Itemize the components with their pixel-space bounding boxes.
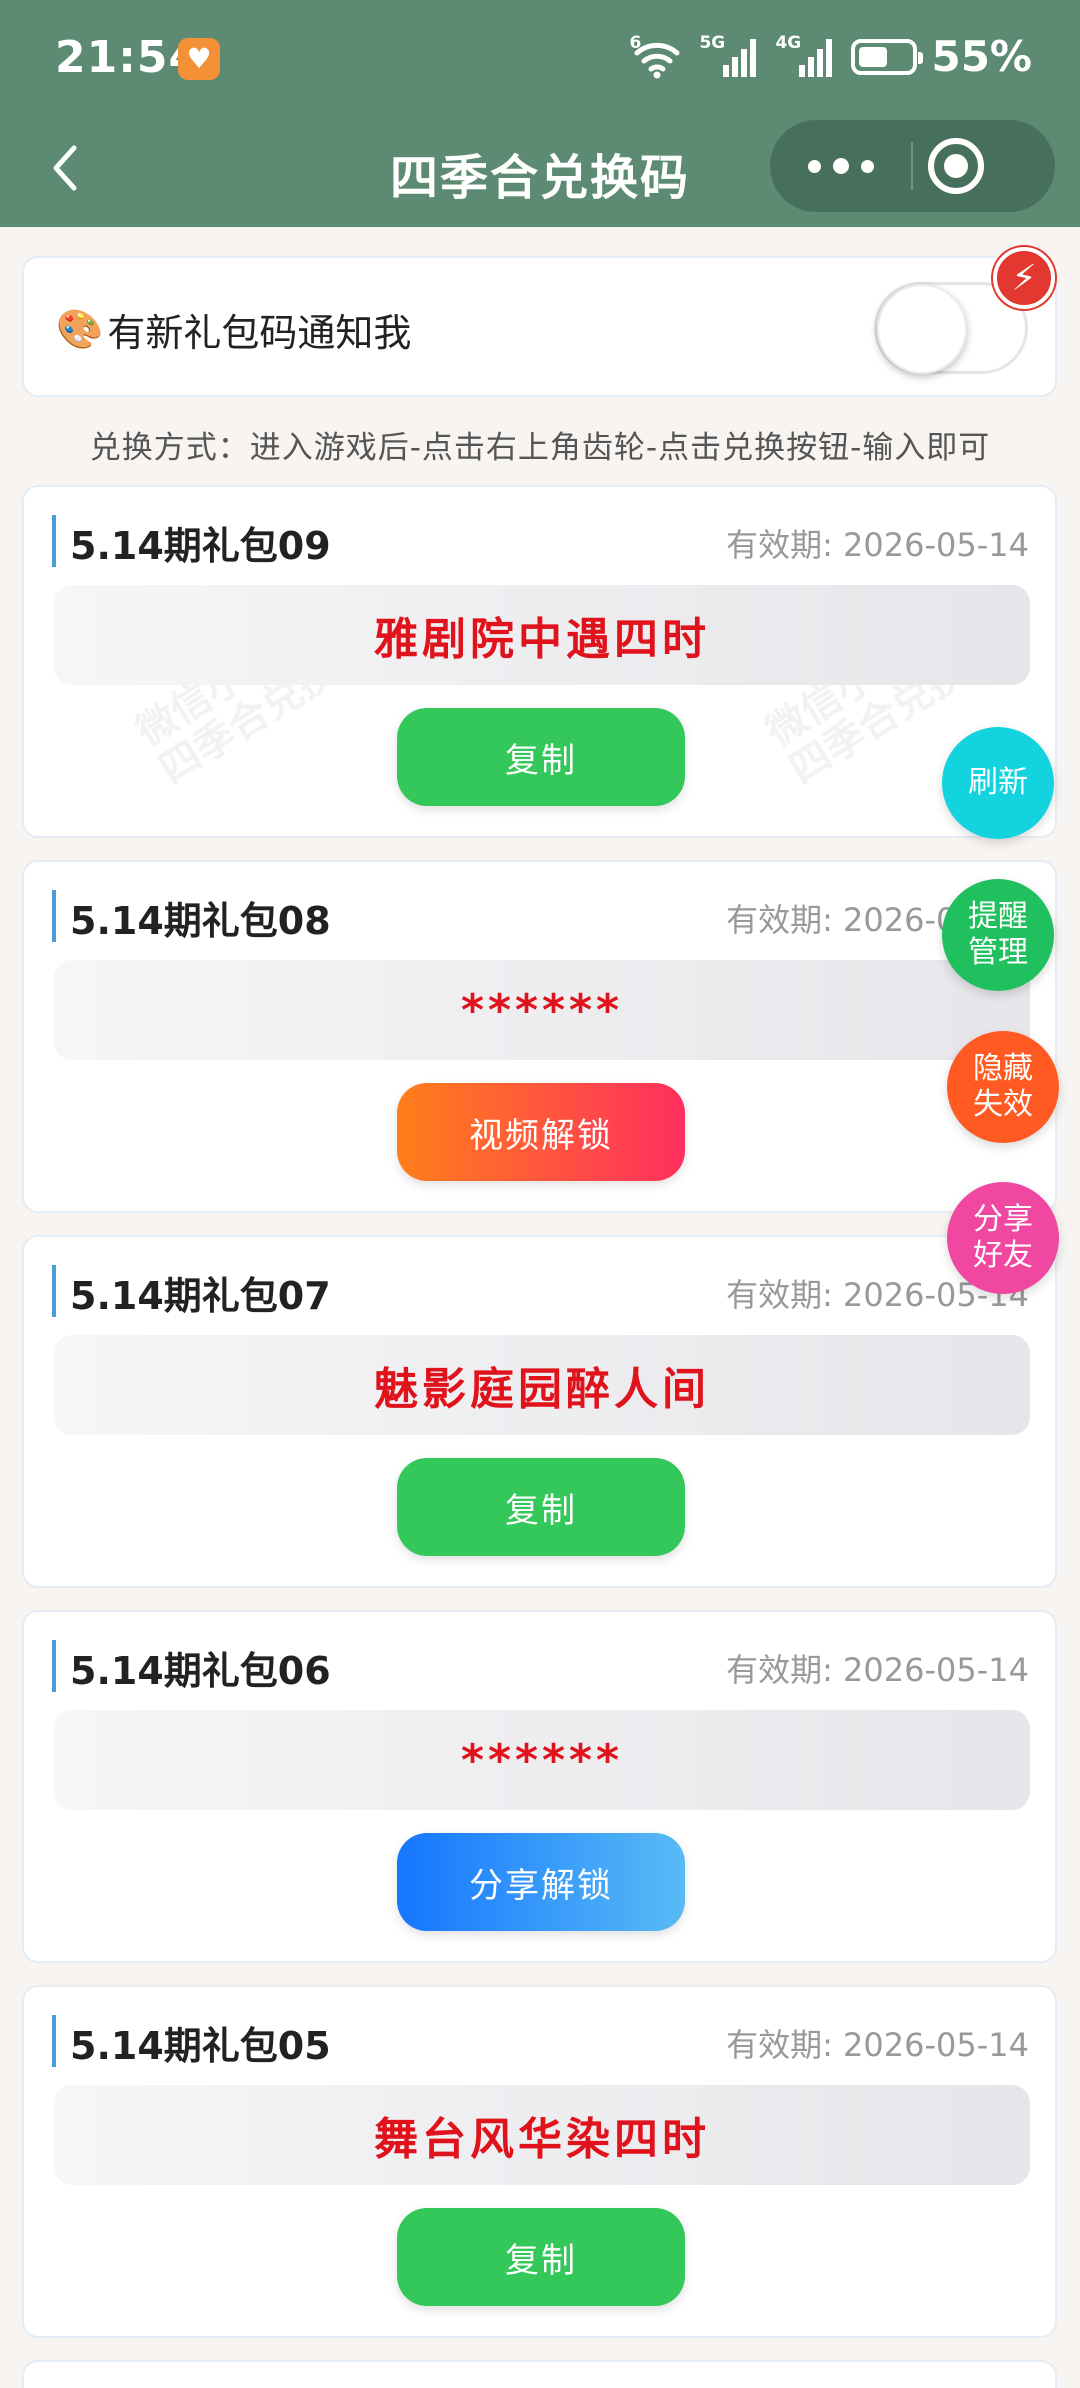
status-bar: 21:54 ♥ 6 5G 4G 55%: [0, 0, 1080, 120]
gift-code: 魅影庭园醉人间: [54, 1335, 1030, 1435]
gift-title: 5.14期礼包07: [70, 1274, 331, 1318]
gift-card: 微信小程序四季合兑换码 微信小程序四季合兑换码 5.14期礼包09 有效期: 2…: [22, 485, 1057, 838]
toggle-knob: [877, 284, 967, 374]
heart-notification-icon: ♥: [178, 38, 220, 80]
flash-icon[interactable]: ⚡: [993, 247, 1055, 309]
more-button[interactable]: [770, 120, 912, 212]
video-unlock-button[interactable]: 视频解锁: [397, 1083, 685, 1181]
battery-fill: [859, 46, 887, 67]
wifi-icon: 6: [629, 32, 685, 79]
gift-card: 5.14期礼包07 有效期: 2026-05-14 魅影庭园醉人间 复制: [22, 1235, 1057, 1588]
gift-code: 雅剧院中遇四时: [54, 585, 1030, 685]
gift-code: 舞台风华染四时: [54, 2085, 1030, 2185]
wifi-tag: 6: [629, 32, 642, 53]
reminder-manage-button[interactable]: 提醒 管理: [942, 879, 1054, 991]
signal-5g-icon: 5G: [699, 32, 761, 79]
gift-card-partial: [22, 2360, 1057, 2388]
palette-icon: 🎨: [56, 307, 104, 351]
more-dot-icon: [861, 159, 874, 173]
gift-expiry: 有效期: 2026-05-14: [726, 526, 1029, 564]
redeem-instructions: 兑换方式：进入游戏后-点击右上角齿轮-点击兑换按钮-输入即可: [89, 430, 991, 466]
more-dot-icon: [833, 158, 849, 174]
signal-4g-icon: 4G: [775, 32, 837, 79]
copy-button[interactable]: 复制: [397, 1458, 685, 1556]
copy-button[interactable]: 复制: [397, 2208, 685, 2306]
signal-5g-label: 5G: [699, 32, 726, 53]
capsule-divider: [911, 142, 913, 190]
refresh-button[interactable]: 刷新: [942, 727, 1054, 839]
gift-code: ******: [54, 960, 1030, 1060]
copy-button[interactable]: 复制: [397, 708, 685, 806]
more-dot-icon: [808, 159, 821, 173]
gift-expiry: 有效期: 2026-05-14: [726, 1651, 1029, 1689]
gift-expiry: 有效期: 2026-05-14: [726, 2026, 1029, 2064]
battery-icon: [851, 38, 924, 75]
gift-accent-bar: [52, 890, 56, 942]
gift-accent-bar: [52, 1640, 56, 1692]
gift-code: ******: [54, 1710, 1030, 1810]
mini-program-capsule: [770, 120, 1055, 212]
gift-title: 5.14期礼包08: [70, 899, 331, 943]
nav-bar: 四季合兑换码: [0, 120, 1080, 227]
gift-card: 5.14期礼包06 有效期: 2026-05-14 ****** 分享解锁: [22, 1610, 1057, 1963]
gift-title: 5.14期礼包06: [70, 1649, 331, 1693]
signal-4g-label: 4G: [775, 32, 802, 53]
gift-title: 5.14期礼包05: [70, 2024, 331, 2068]
status-icons: 6 5G 4G 55%: [629, 32, 1032, 81]
gift-title: 5.14期礼包09: [70, 524, 331, 568]
share-friends-button[interactable]: 分享 好友: [947, 1182, 1059, 1294]
notify-row: 🎨 有新礼包码通知我: [56, 302, 411, 357]
gift-accent-bar: [52, 515, 56, 567]
gift-card: 5.14期礼包08 有效期: 2026-05-14 ****** 视频解锁: [22, 860, 1057, 1213]
share-unlock-button[interactable]: 分享解锁: [397, 1833, 685, 1931]
battery-percent: 55%: [931, 32, 1032, 81]
notify-card: 🎨 有新礼包码通知我: [22, 256, 1057, 397]
gift-card: 5.14期礼包05 有效期: 2026-05-14 舞台风华染四时 复制: [22, 1985, 1057, 2338]
gift-accent-bar: [52, 2015, 56, 2067]
hide-expired-button[interactable]: 隐藏 失效: [947, 1031, 1059, 1143]
header: 21:54 ♥ 6 5G 4G 55% 四季合兑换码: [0, 0, 1080, 227]
notify-label: 有新礼包码通知我: [107, 311, 412, 355]
close-target-icon[interactable]: [928, 138, 984, 194]
gift-accent-bar: [52, 1265, 56, 1317]
